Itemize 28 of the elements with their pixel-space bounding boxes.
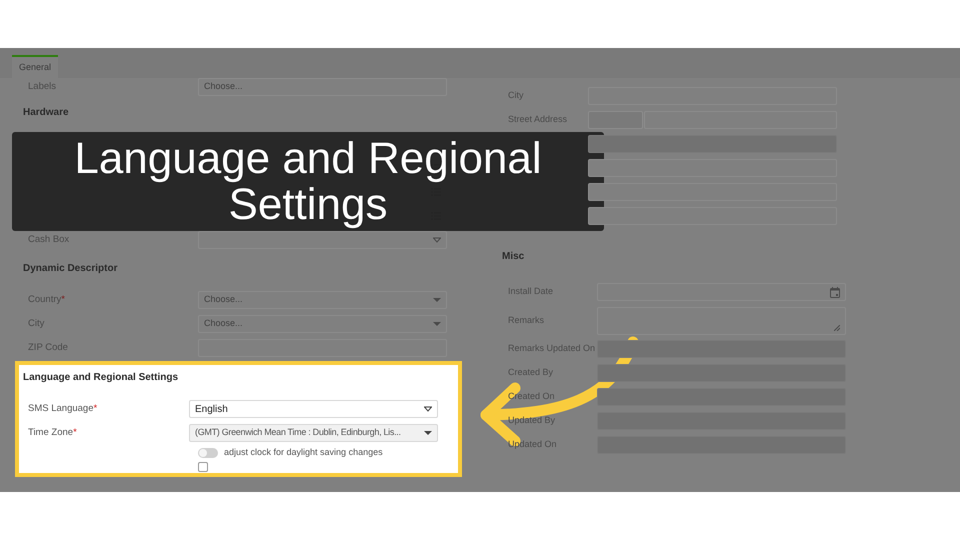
toggle-label: adjust clock for daylight saving changes [224,446,383,460]
text-field[interactable] [588,207,837,225]
caret-icon [424,430,432,436]
dropdown[interactable]: Choose... [198,315,447,333]
dropdown[interactable]: Choose... [198,78,447,96]
section-heading: Language and Regional Settings [22,370,180,384]
section-heading: Misc [502,250,526,264]
section-heading: Hardware [22,106,70,120]
toggle-switch[interactable] [198,448,218,458]
text-field[interactable] [588,159,837,177]
resize-grip-icon [834,324,840,330]
date-field[interactable] [597,283,846,301]
title-banner: Language and Regional Settings [12,132,604,231]
dropdown[interactable]: English [189,400,438,418]
caret-icon [433,297,441,303]
text-field[interactable] [588,183,837,201]
dropdown[interactable] [198,231,447,249]
caret-icon [424,406,432,412]
section-heading: Dynamic Descriptor [22,262,118,276]
text-area[interactable] [597,306,846,334]
calendar-icon [830,286,840,298]
field-label: Time Zone* [27,426,78,440]
caret-icon [433,321,441,327]
tab[interactable]: General [12,55,58,78]
field-label: SMS Language* [27,402,98,416]
dropdown[interactable]: Choose... [198,291,447,309]
checkbox[interactable] [198,462,208,472]
caret-icon [433,237,441,243]
